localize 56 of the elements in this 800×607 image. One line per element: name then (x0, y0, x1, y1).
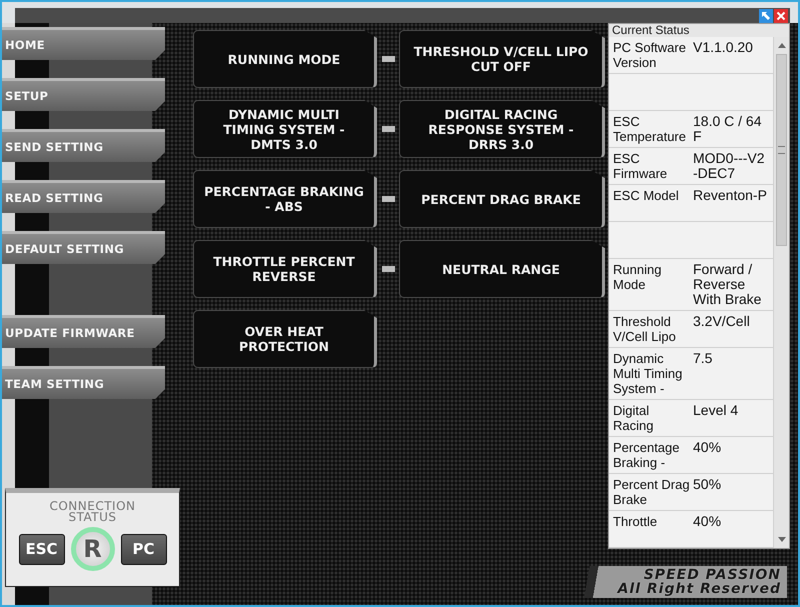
menu-button[interactable]: TEAM SETTING (2, 366, 165, 399)
resize-icon[interactable] (759, 8, 773, 22)
close-icon[interactable] (774, 8, 788, 22)
status-value: V1.1.0.20 (693, 40, 754, 57)
setting-tile[interactable]: DYNAMIC MULTI TIMING SYSTEM - DMTS 3.0 (193, 100, 377, 158)
setting-tile[interactable]: OVER HEAT PROTECTION (193, 310, 377, 368)
status-value: 40% (693, 440, 722, 457)
menu-button[interactable]: DEFAULT SETTING (2, 231, 165, 264)
connector-bar (382, 56, 394, 62)
menu-button[interactable]: SETUP (2, 78, 165, 111)
status-label: ESC Temperature (613, 114, 687, 144)
menu-button[interactable]: UPDATE FIRMWARE (2, 315, 165, 348)
status-label: Dynamic Multi Timing System - (613, 351, 684, 396)
status-value: 18.0 C / 64 F (693, 114, 762, 144)
scrollbar[interactable] (773, 37, 789, 548)
setting-tile[interactable]: DIGITAL RACING RESPONSE SYSTEM - DRRS 3.0 (399, 100, 605, 158)
connection-status-title: CONNECTION STATUS (48, 501, 137, 523)
esc-button[interactable]: ESC (18, 534, 64, 564)
status-label: Digital Racing (613, 403, 654, 433)
r-logo: R (70, 527, 114, 571)
status-label: Running Mode (613, 262, 662, 294)
status-value: 7.5 (693, 351, 714, 368)
status-value: Forward / Reverse With Brake (693, 262, 762, 307)
setting-tile[interactable]: THROTTLE PERCENT REVERSE (193, 240, 377, 298)
status-label: PC Software Version (613, 40, 687, 70)
pc-button[interactable]: PC (120, 534, 166, 564)
status-value: 40% (693, 514, 722, 531)
status-value: 50% (693, 477, 722, 494)
brand-text: SPEED PASSION (644, 568, 781, 582)
setting-tile[interactable]: RUNNING MODE (193, 30, 377, 88)
scroll-down-icon[interactable] (778, 537, 786, 542)
setting-tile[interactable]: PERCENT DRAG BRAKE (399, 170, 605, 228)
connector-bar (382, 266, 394, 272)
scrollbar-thumb[interactable] (776, 54, 787, 246)
status-label: Threshold V/Cell Lipo (613, 314, 677, 344)
status-label: Percent Drag Brake (613, 477, 691, 507)
scroll-up-icon[interactable] (778, 43, 786, 48)
menu-button[interactable]: READ SETTING (2, 180, 165, 213)
status-value: Level 4 (693, 403, 740, 420)
panel-title: Current Status (609, 24, 789, 37)
menu-button[interactable]: SEND SETTING (2, 129, 165, 162)
status-label: ESC Firmware (613, 151, 668, 181)
setting-tile[interactable]: PERCENTAGE BRAKING - ABS (193, 170, 377, 228)
status-value: 3.2V/Cell (693, 314, 751, 331)
status-label: Throttle (613, 514, 658, 531)
connector-bar (382, 196, 394, 202)
grip-icon (778, 146, 785, 154)
status-value: MOD0---V2 -DEC7 (693, 151, 766, 181)
connector-bar (382, 126, 394, 132)
status-label: ESC Model (613, 188, 680, 205)
setting-tile[interactable]: THRESHOLD V/CELL LIPO CUT OFF (399, 30, 605, 88)
copyright-text: All Right Reserved (618, 582, 781, 596)
setting-tile[interactable]: NEUTRAL RANGE (399, 240, 605, 298)
status-value: Reventon-P (693, 188, 768, 205)
status-label: Percentage Braking - (613, 440, 680, 470)
menu-button[interactable]: HOME (2, 27, 165, 60)
